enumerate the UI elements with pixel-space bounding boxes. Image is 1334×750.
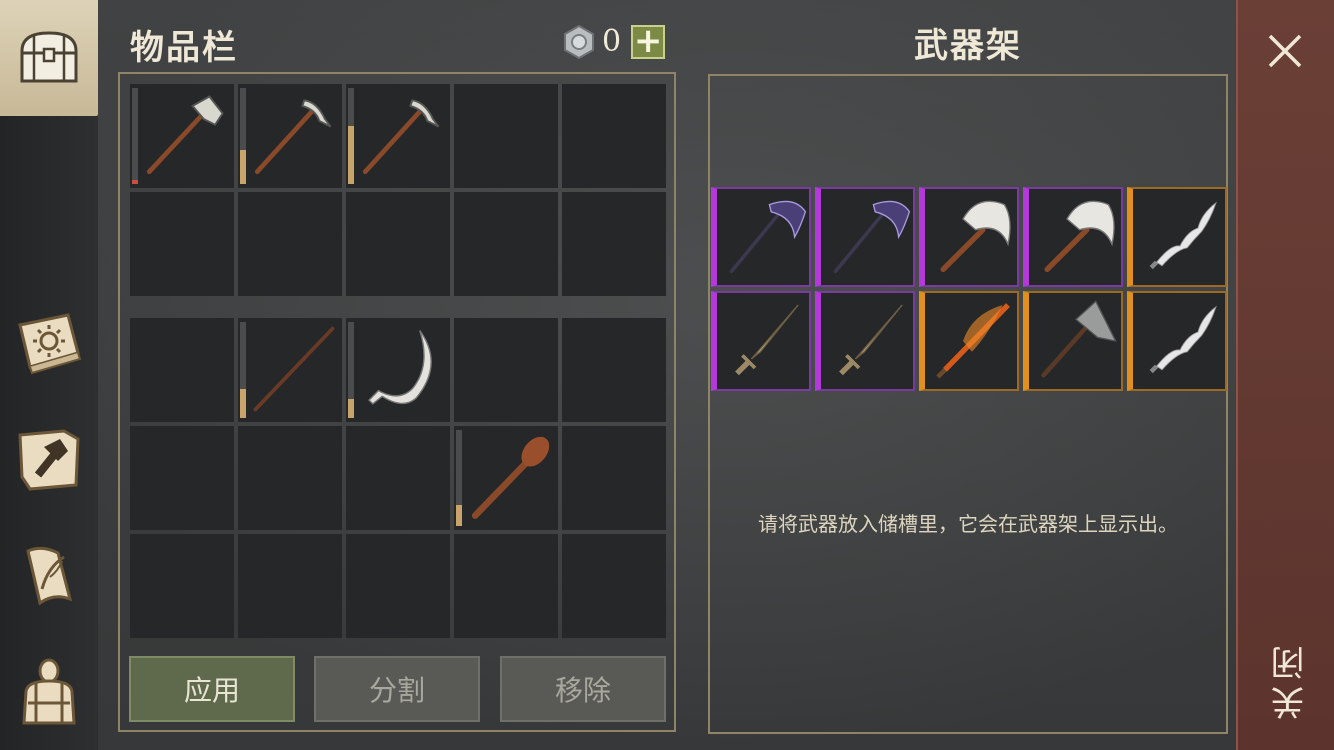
rack-slot-ornate-dagger[interactable] [815,291,915,391]
rack-title: 武器架 [914,26,1022,66]
close-label[interactable]: 关闭 [1266,640,1311,720]
close-x-icon[interactable] [1266,32,1304,70]
inventory-slot-stone-hammer[interactable] [130,84,234,188]
ornate-dagger-icon [839,304,903,376]
inventory-grid-top [130,84,666,296]
wooden-club-icon [471,436,550,519]
inventory-slot-empty[interactable] [130,426,234,530]
inventory-slot-sickle[interactable] [346,318,450,422]
inventory-slot-empty[interactable] [130,318,234,422]
inventory-slot-pickaxe[interactable] [238,84,342,188]
inventory-slot-empty[interactable] [238,426,342,530]
inventory-slot-pickaxe[interactable] [346,84,450,188]
inventory-slot-empty[interactable] [130,534,234,638]
crescent-axe-icon [1044,200,1115,273]
character-backpack-icon [22,658,76,725]
inventory-slot-empty[interactable] [562,318,666,422]
rack-bottom-border [708,732,1228,734]
pickaxe-icon [254,99,332,175]
rack-top-border [708,74,1228,76]
rack-panel [708,74,1228,734]
silver-coin-icon [564,24,594,59]
inventory-slot-empty[interactable] [562,192,666,296]
remove-button[interactable]: 移除 [500,656,666,722]
spear-staff-icon [253,326,335,412]
currency-value: 0 [602,24,622,59]
inventory-slot-empty[interactable] [346,426,450,530]
ornate-dagger-icon [735,304,799,376]
inventory-grid-bottom [130,318,666,638]
crafting-hammer-icon [18,429,80,491]
rack-slot-crescent-axe[interactable] [919,187,1019,287]
tab-inventory[interactable] [0,0,98,116]
rack-slot-wavy-blade[interactable] [1127,187,1227,287]
rack-slot-crescent-axe[interactable] [1023,187,1123,287]
inventory-slot-empty[interactable] [130,192,234,296]
inventory-slot-empty[interactable] [454,318,558,422]
split-button[interactable]: 分割 [314,656,480,722]
inventory-slot-empty[interactable] [346,534,450,638]
weapon-rack-grid [711,187,1227,391]
crescent-axe-icon [940,200,1011,273]
quill-scroll-icon [26,546,73,606]
rack-hint: 请将武器放入储槽里，它会在武器架上显示出。 [758,512,1178,536]
tab-character[interactable] [0,642,98,742]
inventory-slot-spear-staff[interactable] [238,318,342,422]
sun-book-icon [18,313,82,375]
dark-scythe-icon [833,200,911,273]
inventory-slot-empty[interactable] [454,84,558,188]
rack-slot-ornate-dagger[interactable] [711,291,811,391]
wavy-blade-icon [1149,305,1217,374]
wavy-blade-icon [1149,201,1217,270]
engraved-axe-icon [1041,300,1117,378]
sickle-icon [368,330,432,405]
apply-button[interactable]: 应用 [129,656,295,722]
flaming-sword-icon [936,303,1010,379]
rack-slot-wavy-blade[interactable] [1127,291,1227,391]
rack-slot-flaming-sword[interactable] [919,291,1019,391]
tab-quests[interactable] [0,534,98,618]
pickaxe-icon [362,99,440,175]
chest-icon [20,31,78,83]
inventory-slot-empty[interactable] [454,534,558,638]
inventory-slot-wooden-club[interactable] [454,426,558,530]
close-panel[interactable] [1236,0,1334,750]
inventory-slot-empty[interactable] [238,534,342,638]
dark-scythe-icon [729,200,807,273]
stone-hammer-icon [146,95,224,175]
rack-slot-dark-scythe[interactable] [711,187,811,287]
inventory-slot-empty[interactable] [238,192,342,296]
inventory-title: 物品栏 [130,28,238,68]
add-currency-button[interactable]: + [631,24,666,59]
inventory-slot-empty[interactable] [346,192,450,296]
inventory-slot-empty[interactable] [454,192,558,296]
rack-slot-dark-scythe[interactable] [815,187,915,287]
rack-slot-engraved-axe[interactable] [1023,291,1123,391]
inventory-slot-empty[interactable] [562,84,666,188]
tab-journal[interactable] [0,300,98,384]
inventory-slot-empty[interactable] [562,534,666,638]
currency-display: 0 + [562,24,666,59]
inventory-slot-empty[interactable] [562,426,666,530]
tab-crafting[interactable] [0,418,98,502]
